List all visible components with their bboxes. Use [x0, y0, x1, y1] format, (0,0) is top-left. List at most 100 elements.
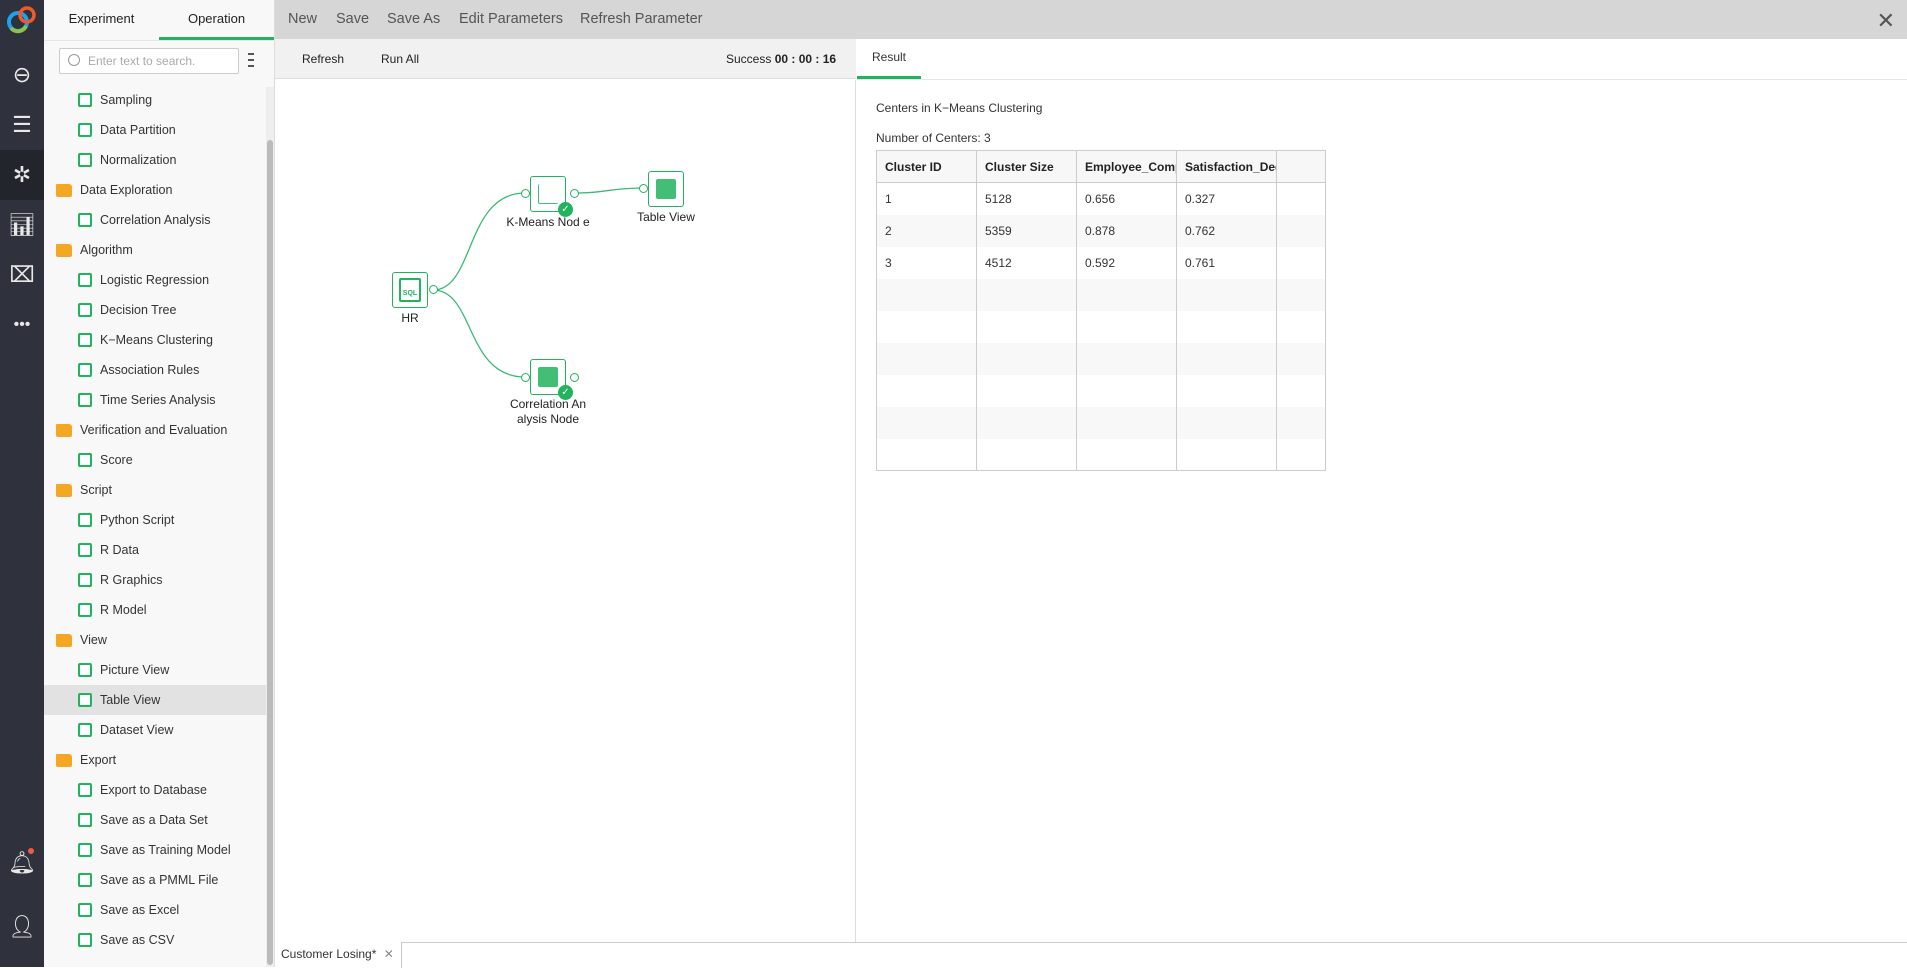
dashboard-icon[interactable]: ☰ — [0, 100, 44, 150]
sidebar-item-save-as-excel[interactable]: Save as Excel — [44, 895, 266, 925]
table-header: Cluster ID Cluster Size Employee_Comp Sa… — [876, 150, 1326, 183]
scatter-icon — [538, 184, 558, 204]
sidebar-item-r-data[interactable]: R Data — [44, 535, 266, 565]
table-row — [876, 438, 1326, 471]
hr-output-port[interactable] — [429, 285, 438, 294]
operator-icon — [78, 123, 92, 137]
run-all-button[interactable]: Run All — [381, 39, 419, 79]
node-table-view[interactable] — [648, 171, 684, 207]
sidebar-item-label: Save as a PMML File — [100, 873, 219, 887]
bell-icon[interactable]: 🔔︎ — [0, 838, 44, 888]
node-hr[interactable]: SQL — [392, 272, 428, 308]
operator-icon — [78, 873, 92, 887]
column-header[interactable]: Satisfaction_Deg — [1176, 150, 1277, 183]
kmeans-input-port[interactable] — [521, 189, 530, 198]
sidebar-item-export-to-database[interactable]: Export to Database — [44, 775, 266, 805]
table-cell — [1276, 246, 1326, 279]
table-cell — [1276, 342, 1326, 375]
sidebar-folder-data-exploration[interactable]: Data Exploration — [44, 175, 266, 205]
sidebar-item-time-series-analysis[interactable]: Time Series Analysis — [44, 385, 266, 415]
sidebar-item-python-script[interactable]: Python Script — [44, 505, 266, 535]
menu-icon[interactable] — [248, 53, 254, 67]
workflow-canvas[interactable]: SQL HR ✓ K-Means Nod e Table View ✓ Corr… — [275, 80, 856, 942]
sidebar-folder-export[interactable]: Export — [44, 745, 266, 775]
save-as-button[interactable]: Save As — [387, 0, 440, 39]
presentation-icon[interactable]: ⌧ — [0, 250, 44, 300]
sidebar-item-logistic-regression[interactable]: Logistic Regression — [44, 265, 266, 295]
sidebar-item-save-as-a-data-set[interactable]: Save as a Data Set — [44, 805, 266, 835]
sidebar-item-sampling[interactable]: Sampling — [44, 85, 266, 115]
tab-experiment[interactable]: Experiment — [44, 0, 159, 40]
operator-icon — [78, 303, 92, 317]
close-tab-icon[interactable]: ✕ — [384, 947, 394, 961]
table-row — [876, 310, 1326, 343]
save-button[interactable]: Save — [336, 0, 369, 39]
folder-icon — [56, 633, 72, 647]
sidebar-item-decision-tree[interactable]: Decision Tree — [44, 295, 266, 325]
refresh-button[interactable]: Refresh — [302, 39, 344, 79]
table-cell — [1176, 342, 1277, 375]
refresh-parameter-button[interactable]: Refresh Parameter — [580, 0, 703, 39]
logo-icon — [0, 0, 44, 40]
column-header[interactable]: Cluster Size — [976, 150, 1077, 183]
correlation-output-port[interactable] — [570, 373, 579, 382]
sidebar-item-label: Dataset View — [100, 723, 174, 737]
scrollbar-thumb[interactable] — [267, 140, 273, 965]
edge-hr-kmeans — [432, 192, 526, 291]
close-icon[interactable]: ✕ — [1877, 8, 1895, 34]
run-time: 00 : 00 : 16 — [774, 52, 837, 66]
column-header[interactable]: Employee_Comp — [1076, 150, 1177, 183]
sidebar-item-correlation-analysis[interactable]: Correlation Analysis — [44, 205, 266, 235]
sidebar-item-label: Save as Excel — [100, 903, 180, 917]
sidebar-item-normalization[interactable]: Normalization — [44, 145, 266, 175]
sidebar-item-label: Association Rules — [100, 363, 200, 377]
tableview-input-port[interactable] — [639, 184, 648, 193]
sidebar-item-dataset-view[interactable]: Dataset View — [44, 715, 266, 745]
correlation-input-port[interactable] — [521, 373, 530, 382]
sidebar-item-save-as-csv[interactable]: Save as CSV — [44, 925, 266, 955]
link-icon[interactable]: ⊖ — [0, 50, 44, 100]
kmeans-output-port[interactable] — [570, 189, 579, 198]
table-cell: 1 — [876, 182, 977, 215]
sidebar-item-label: Logistic Regression — [100, 273, 210, 287]
tab-customer-losing[interactable]: Customer Losing* ✕ — [275, 942, 402, 968]
table-row: 2 5359 0.878 0.762 — [876, 214, 1326, 247]
more-icon[interactable]: ••• — [0, 300, 44, 350]
sidebar-item-picture-view[interactable]: Picture View — [44, 655, 266, 685]
edit-parameters-button[interactable]: Edit Parameters — [459, 0, 563, 39]
sidebar-item-table-view[interactable]: Table View — [44, 685, 266, 715]
canvas-toolbar: Refresh Run All Success 00 : 00 : 16 — [275, 39, 856, 79]
operator-icon — [78, 933, 92, 947]
sidebar-item-label: Save as Training Model — [100, 843, 231, 857]
sidebar-item-r-model[interactable]: R Model — [44, 595, 266, 625]
correlation-icon — [538, 367, 558, 387]
sidebar-item-r-graphics[interactable]: R Graphics — [44, 565, 266, 595]
table-cell — [1076, 342, 1177, 375]
sidebar-item-label: Decision Tree — [100, 303, 177, 317]
document-tabs: Customer Losing* ✕ — [275, 942, 1907, 968]
sidebar-item-data-partition[interactable]: Data Partition — [44, 115, 266, 145]
new-button[interactable]: New — [288, 0, 317, 39]
sidebar-item-association-rules[interactable]: Association Rules — [44, 355, 266, 385]
search-input[interactable]: Enter text to search. — [59, 48, 239, 74]
chart-icon[interactable]: 📊︎ — [0, 200, 44, 250]
sidebar-folder-algorithm[interactable]: Algorithm — [44, 235, 266, 265]
sidebar-folder-view[interactable]: View — [44, 625, 266, 655]
column-header[interactable]: Cluster ID — [876, 150, 977, 183]
sidebar-folder-verification-and-evaluation[interactable]: Verification and Evaluation — [44, 415, 266, 445]
sidebar-folder-script[interactable]: Script — [44, 475, 266, 505]
tab-result[interactable]: Result — [857, 39, 921, 79]
tab-operation[interactable]: Operation — [159, 0, 274, 40]
table-cell — [1176, 438, 1277, 471]
sidebar-item-score[interactable]: Score — [44, 445, 266, 475]
workflow-icon[interactable]: ✲ — [0, 150, 44, 200]
user-icon[interactable]: 👤︎ — [0, 902, 44, 952]
sidebar-item-k-means-clustering[interactable]: K−Means Clustering — [44, 325, 266, 355]
sidebar-item-save-as-training-model[interactable]: Save as Training Model — [44, 835, 266, 865]
table-cell — [1076, 374, 1177, 407]
operator-icon — [78, 393, 92, 407]
table-cell — [1076, 406, 1177, 439]
table-cell — [876, 374, 977, 407]
sidebar-item-save-as-a-pmml-file[interactable]: Save as a PMML File — [44, 865, 266, 895]
operator-icon — [78, 333, 92, 347]
